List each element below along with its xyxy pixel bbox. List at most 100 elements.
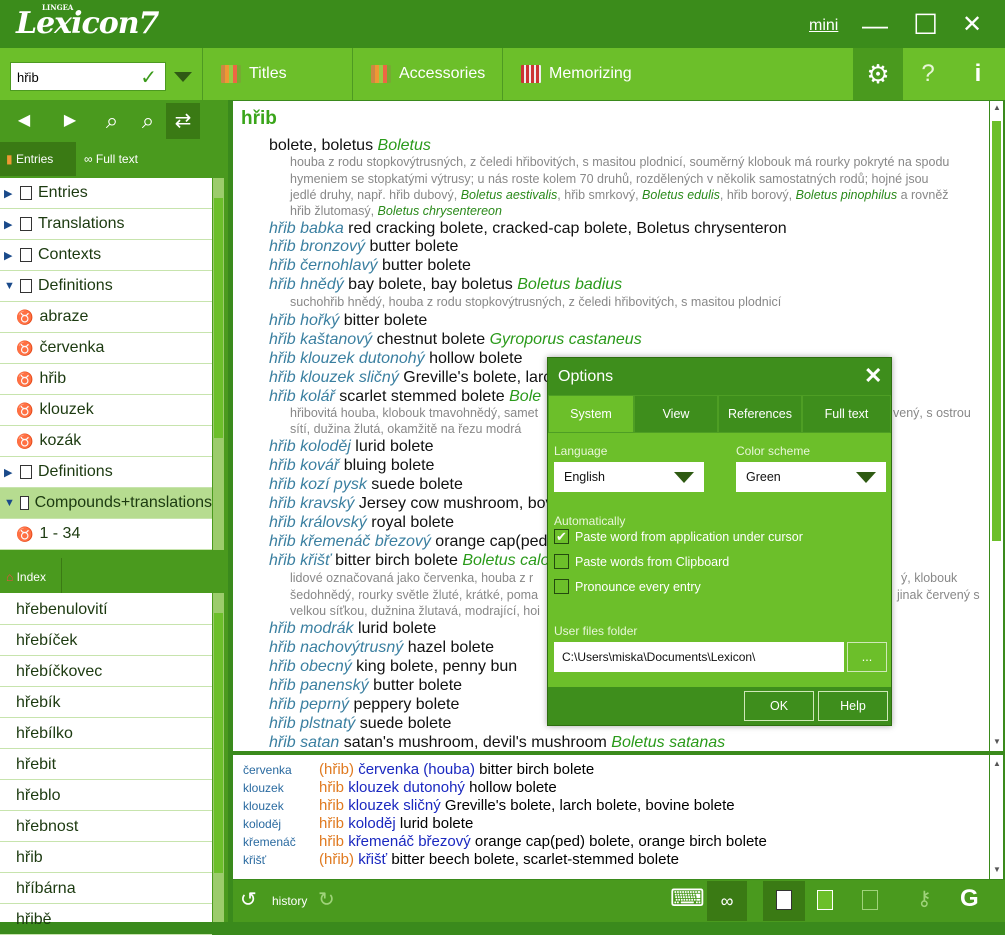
close-icon[interactable]: ✕: [864, 363, 882, 389]
collapse-triangle-icon[interactable]: ▼: [4, 280, 15, 292]
tree-scrollbar[interactable]: [213, 178, 224, 550]
tree-item[interactable]: ♉ 1 - 34: [0, 519, 212, 550]
search-box[interactable]: ✓: [10, 62, 166, 92]
reference-row[interactable]: křišť (hřib) křišť bitter beech bolete, s…: [243, 851, 679, 868]
compound-entry[interactable]: hřib kolář scarlet stemmed bolete Bole: [269, 388, 541, 406]
mini-mode-link[interactable]: mini: [809, 17, 838, 35]
tab-index[interactable]: ⌂ Index: [0, 558, 62, 593]
index-item[interactable]: hřebenulovití: [0, 594, 212, 625]
compound-headword[interactable]: hřib panenský: [269, 677, 369, 694]
search-input[interactable]: [11, 63, 131, 92]
expand-triangle-icon[interactable]: ▶: [4, 466, 14, 479]
expand-triangle-icon[interactable]: ▶: [4, 218, 14, 231]
scroll-down-icon[interactable]: ▼: [993, 865, 1001, 874]
reference-row[interactable]: křemenáč hřib křemenáč březový orange cap…: [243, 833, 767, 850]
tree-scroll-thumb[interactable]: [214, 198, 223, 438]
compound-headword[interactable]: hřib modrák: [269, 620, 353, 637]
swap-direction-icon[interactable]: ⇄: [165, 103, 201, 139]
reference-term[interactable]: klouzek dutonohý: [348, 779, 465, 796]
compound-headword[interactable]: hřib nachovýtrusný: [269, 639, 403, 656]
close-icon[interactable]: ✕: [962, 10, 982, 39]
help-button[interactable]: Help: [818, 691, 888, 721]
entry-scroll-thumb[interactable]: [992, 121, 1001, 541]
compound-entry[interactable]: hřib babka red cracking bolete, cracked-…: [269, 220, 787, 238]
search-in-icon[interactable]: ⌕: [130, 103, 166, 139]
tree-item[interactable]: ▶ Entries: [0, 178, 212, 209]
compound-entry[interactable]: hřib kozí pysk suede bolete: [269, 476, 463, 494]
language-select[interactable]: English: [554, 462, 704, 492]
accessories-button[interactable]: Accessories: [352, 48, 502, 100]
index-item[interactable]: hříbárna: [0, 873, 212, 904]
tab-view[interactable]: View: [634, 395, 718, 433]
minimize-icon[interactable]: —: [862, 10, 888, 41]
keyboard-icon[interactable]: ⌨: [670, 884, 705, 913]
tree-item[interactable]: ▼ Compounds+translations: [0, 488, 212, 519]
history-label[interactable]: history: [272, 894, 307, 908]
entry-scrollbar[interactable]: ▲ ▼: [990, 101, 1003, 751]
help-icon[interactable]: ?: [903, 48, 953, 100]
references-scrollbar[interactable]: ▲ ▼: [990, 755, 1003, 879]
index-item[interactable]: hřebíček: [0, 625, 212, 656]
checkbox-option[interactable]: Paste words from Clipboard: [554, 554, 729, 569]
info-icon[interactable]: i: [953, 48, 1003, 100]
collapse-triangle-icon[interactable]: ▼: [4, 497, 15, 509]
index-item[interactable]: hřib: [0, 842, 212, 873]
search-dropdown-icon[interactable]: [174, 72, 192, 82]
tab-entries[interactable]: ▮ Entries: [0, 142, 76, 176]
compound-entry[interactable]: hřib černohlavý butter bolete: [269, 257, 471, 275]
compound-headword[interactable]: hřib kolář: [269, 388, 335, 405]
tab-fulltext[interactable]: Full text: [802, 395, 891, 433]
compound-entry[interactable]: hřib kovář bluing bolete: [269, 457, 434, 475]
reference-term[interactable]: křemenáč březový: [348, 833, 471, 850]
ok-button[interactable]: OK: [744, 691, 814, 721]
tree-item[interactable]: ♉ kozák: [0, 426, 212, 457]
back-arrow-icon[interactable]: ◀: [6, 103, 42, 139]
confirm-check-icon[interactable]: ✓: [140, 65, 157, 90]
tree-item[interactable]: ▶ Contexts: [0, 240, 212, 271]
compound-headword[interactable]: hřib bronzový: [269, 238, 365, 255]
tree-item[interactable]: ♉ klouzek: [0, 395, 212, 426]
history-forward-icon[interactable]: ↻: [318, 887, 335, 912]
compound-headword[interactable]: hřib křemenáč březový: [269, 533, 431, 550]
compound-headword[interactable]: hřib kovář: [269, 457, 339, 474]
compound-headword[interactable]: hřib černohlavý: [269, 257, 378, 274]
tree-item[interactable]: ▶ Translations: [0, 209, 212, 240]
history-back-icon[interactable]: ↺: [240, 887, 257, 912]
compound-entry[interactable]: hřib křišť bitter birch bolete Boletus c…: [269, 552, 549, 570]
compound-entry[interactable]: hřib klouzek sličný Greville's bolete, l…: [269, 369, 551, 387]
reference-row[interactable]: klouzek hřib klouzek sličný Greville's bo…: [243, 797, 735, 814]
index-item[interactable]: hřeblo: [0, 780, 212, 811]
search-icon[interactable]: ⌕: [94, 103, 130, 139]
index-item[interactable]: hřibě: [0, 904, 212, 935]
memorizing-button[interactable]: Memorizing: [502, 48, 854, 100]
compound-entry[interactable]: hřib koloděj lurid bolete: [269, 438, 434, 456]
forward-arrow-icon[interactable]: ▶: [52, 103, 88, 139]
compound-headword[interactable]: hřib koloděj: [269, 438, 351, 455]
reference-row[interactable]: koloděj hřib koloděj lurid bolete: [243, 815, 473, 832]
key-icon[interactable]: ⚷: [917, 886, 932, 911]
reference-term[interactable]: křišť: [358, 851, 387, 868]
expand-triangle-icon[interactable]: ▶: [4, 249, 14, 262]
compound-entry[interactable]: hřib klouzek dutonohý hollow bolete: [269, 350, 523, 368]
tree-item[interactable]: ♉ červenka: [0, 333, 212, 364]
compound-headword[interactable]: hřib kozí pysk: [269, 476, 367, 493]
compound-entry[interactable]: hřib nachovýtrusný hazel bolete: [269, 639, 494, 657]
compound-entry[interactable]: hřib panenský butter bolete: [269, 677, 462, 695]
document-icon[interactable]: [862, 890, 878, 910]
maximize-icon[interactable]: ☐: [913, 8, 938, 41]
settings-gear-icon[interactable]: ⚙: [853, 48, 903, 100]
tree-item[interactable]: ▶ Definitions: [0, 457, 212, 488]
reference-row[interactable]: klouzek hřib klouzek dutonohý hollow bole…: [243, 779, 557, 796]
index-item[interactable]: hřebílko: [0, 718, 212, 749]
tree-item[interactable]: ♉ abraze: [0, 302, 212, 333]
tree-item[interactable]: ♉ hřib: [0, 364, 212, 395]
folder-field[interactable]: C:\Users\miska\Documents\Lexicon\: [554, 642, 844, 672]
reference-term[interactable]: klouzek sličný: [348, 797, 441, 814]
compound-entry[interactable]: hřib hnědý bay bolete, bay boletus Bolet…: [269, 276, 622, 294]
compound-headword[interactable]: hřib plstnatý: [269, 715, 355, 732]
doc-full-button[interactable]: [763, 881, 805, 921]
scroll-down-icon[interactable]: ▼: [993, 737, 1001, 746]
compound-headword[interactable]: hřib křišť: [269, 552, 331, 569]
titles-button[interactable]: Titles: [202, 48, 352, 100]
reference-term[interactable]: červenka: [358, 761, 419, 778]
